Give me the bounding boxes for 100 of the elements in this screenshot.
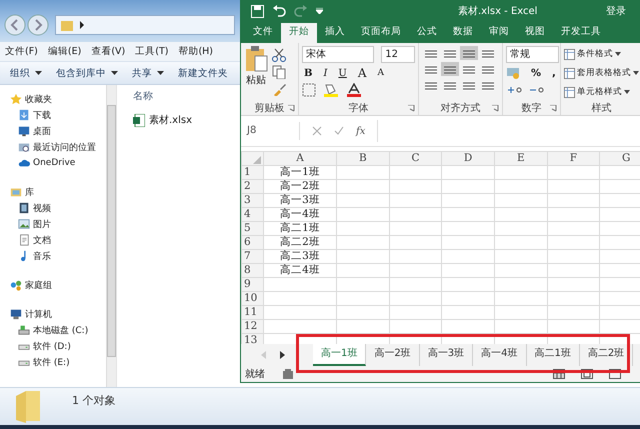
table-cell: 高一2班 [264,180,336,194]
nav-item[interactable]: 本地磁盘 (C:) [0,322,106,338]
column-header[interactable]: E [494,152,548,166]
column-header[interactable]: F [547,152,600,166]
customize-icon [316,8,323,14]
toolbar-button[interactable]: 共享 [132,66,164,80]
style-button[interactable]: 单元格样式 [564,84,639,100]
sign-in-link[interactable]: 登录 [606,4,626,18]
number-format-dropdown[interactable]: 常规 [506,46,559,63]
row-header[interactable]: 12 [242,320,264,334]
menu-item[interactable]: 工具(T) [135,45,168,58]
row-header[interactable]: 11 [242,306,264,320]
column-header[interactable]: B [336,152,390,166]
nav-item[interactable]: 家庭组 [0,277,106,293]
menu-item[interactable]: 查看(V) [91,45,126,58]
nav-item[interactable]: 桌面 [0,123,106,139]
undo-icon [272,5,286,17]
column-header[interactable]: 名称 [133,89,240,107]
nav-item[interactable]: 软件 (E:) [0,354,106,370]
scrollbar[interactable] [106,85,116,387]
border-icon [302,83,316,97]
row-header[interactable]: 2 [242,180,264,194]
brush-icon [272,82,286,96]
nav-item[interactable]: 计算机 [0,306,106,322]
toolbar-button[interactable]: 包含到库中 [56,66,118,80]
nav-item[interactable]: 库 [0,184,106,200]
format-button[interactable]: B [302,68,314,78]
nav-item[interactable]: 文档 [0,232,106,248]
table-cell: 高一4班 [264,208,336,222]
row-header[interactable]: 8 [242,264,264,278]
column-header[interactable]: D [442,152,494,166]
row-header[interactable]: 4 [242,208,264,222]
address-bar[interactable] [55,15,235,35]
comma-button[interactable]: , [550,68,558,78]
spreadsheet-file-icon [133,114,145,126]
table-cell: 高二2班 [264,236,336,250]
column-header[interactable]: A [264,152,336,166]
menu-item[interactable]: 帮助(H) [178,45,214,58]
insert-function-button[interactable]: fx [356,126,366,136]
row-header[interactable]: 5 [242,222,264,236]
grow-font-button[interactable]: A [356,66,369,80]
row-header[interactable]: 9 [242,278,264,292]
nav-item[interactable]: 最近访问的位置 [0,139,106,155]
macro-record-icon [283,369,293,379]
row-header[interactable]: 7 [242,250,264,264]
format-button[interactable]: I [321,68,330,78]
font-dropdown[interactable]: 宋体 [302,46,374,63]
ribbon-tab[interactable]: 数据 [445,23,481,43]
file-item[interactable]: 素材.xlsx [133,113,240,127]
ribbon-tab[interactable]: 公式 [409,23,445,43]
row-header[interactable]: 6 [242,236,264,250]
caret-down-icon [111,71,118,75]
menu-item[interactable]: 文件(F) [5,45,38,58]
image-icon [18,218,30,230]
style-button[interactable]: 条件格式 [564,46,639,62]
paste-button[interactable]: 粘贴 [244,46,268,101]
column-header[interactable]: C [389,152,442,166]
menu-item[interactable]: 编辑(E) [48,45,82,58]
computer-icon [10,308,22,320]
film-icon [18,202,30,214]
folder-clock-icon [18,141,30,153]
dialog-launcher-icon [492,104,499,112]
row-header[interactable]: 3 [242,194,264,208]
row-header[interactable]: 1 [242,166,264,180]
nav-item[interactable]: OneDrive [0,155,106,171]
forward-icon [27,14,49,36]
percent-button[interactable]: % [529,68,544,78]
toolbar-button[interactable]: 新建文件夹 [178,66,228,80]
ribbon-tab[interactable]: 文件 [245,23,281,43]
font-size-dropdown[interactable]: 12 [381,46,415,63]
format-button[interactable]: U [336,68,349,78]
ribbon-tab[interactable]: 审阅 [481,23,517,43]
nav-item[interactable]: 视频 [0,200,106,216]
monitor-icon [18,125,30,137]
table-style-icon [564,48,575,60]
nav-item[interactable]: 下载 [0,107,106,123]
column-header[interactable]: G [600,152,640,166]
nav-item[interactable]: 软件 (D:) [0,338,106,354]
shrink-font-button[interactable]: A [376,68,386,78]
ribbon-tab[interactable]: 页面布局 [353,23,409,43]
table-cell: 高一1班 [264,166,336,180]
star-icon [10,93,22,105]
ribbon-tab[interactable]: 视图 [517,23,553,43]
copy-icon [272,65,286,79]
style-button[interactable]: 套用表格格式 [564,65,639,81]
group-label: 样式 [592,102,612,115]
nav-item[interactable]: 收藏夹 [0,91,106,107]
nav-item[interactable]: 音乐 [0,248,106,264]
ribbon-tab[interactable]: 插入 [317,23,353,43]
row-header[interactable]: 10 [242,292,264,306]
currency-icon [506,66,522,80]
sheet-tab[interactable]: 高一1班 [313,344,366,366]
ribbon-tab[interactable]: 开发工具 [553,23,609,43]
nav-item[interactable]: 图片 [0,216,106,232]
ribbon-tab[interactable]: 开始 [281,23,317,43]
group-label: 对齐方式 [440,102,480,115]
table-cell: 高一3班 [264,194,336,208]
toolbar-button[interactable]: 组织 [10,66,42,80]
name-box[interactable]: J8 [245,122,300,140]
document-icon [18,234,30,246]
